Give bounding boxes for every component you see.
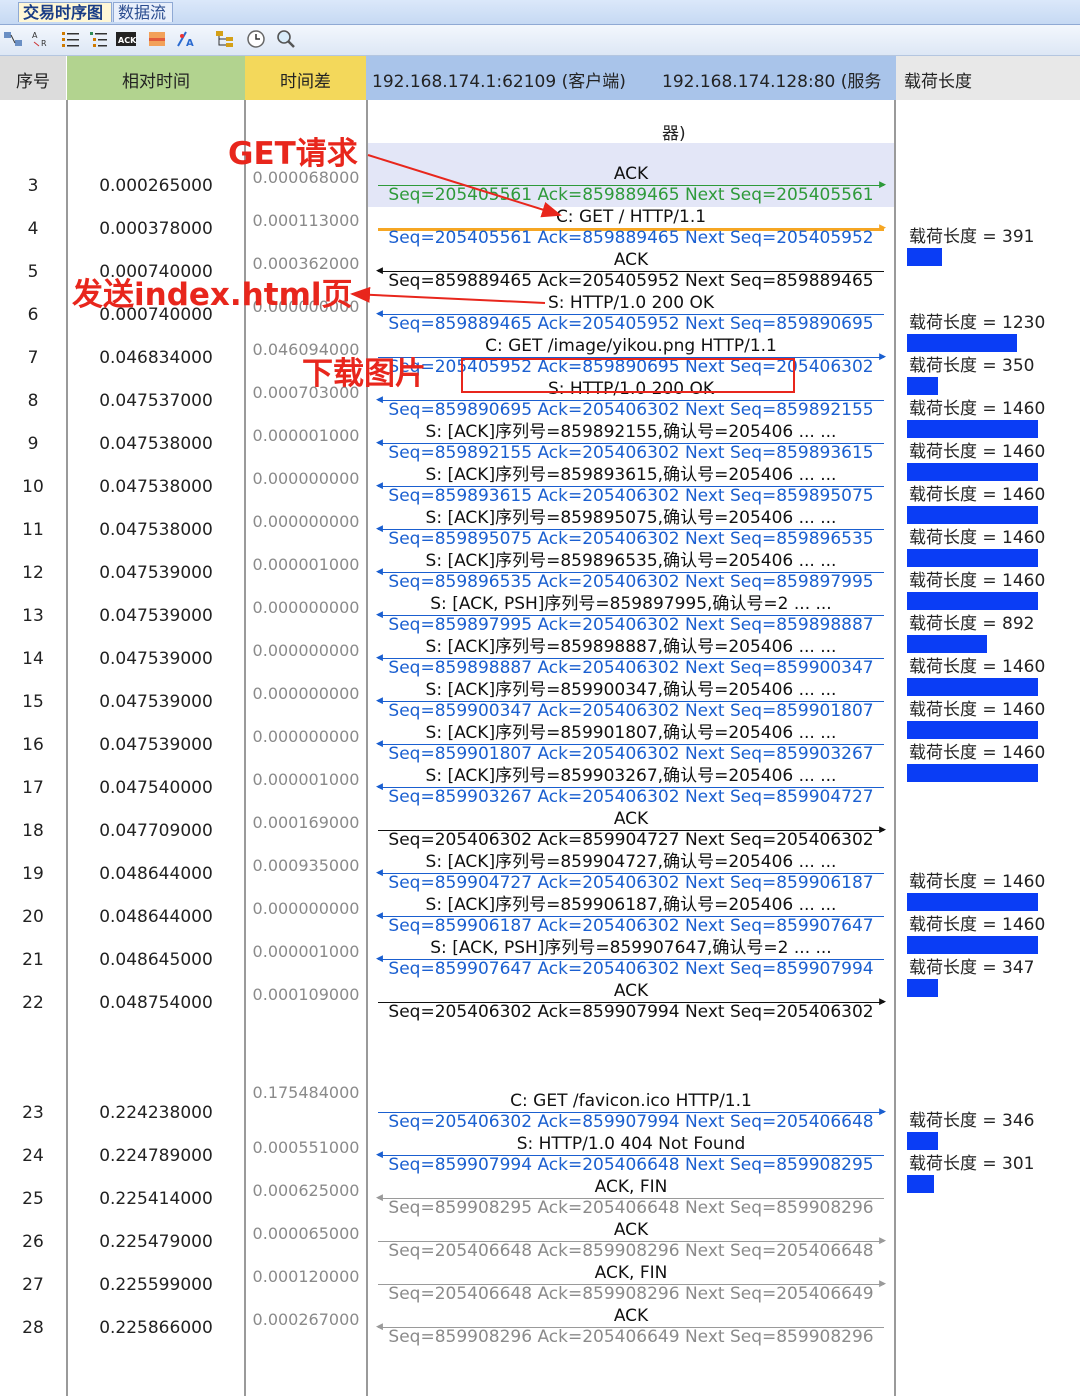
- annotation-arrow-get: [367, 154, 562, 218]
- annotation-arrow-send: [350, 286, 546, 304]
- annotation-arrows: [350, 154, 562, 304]
